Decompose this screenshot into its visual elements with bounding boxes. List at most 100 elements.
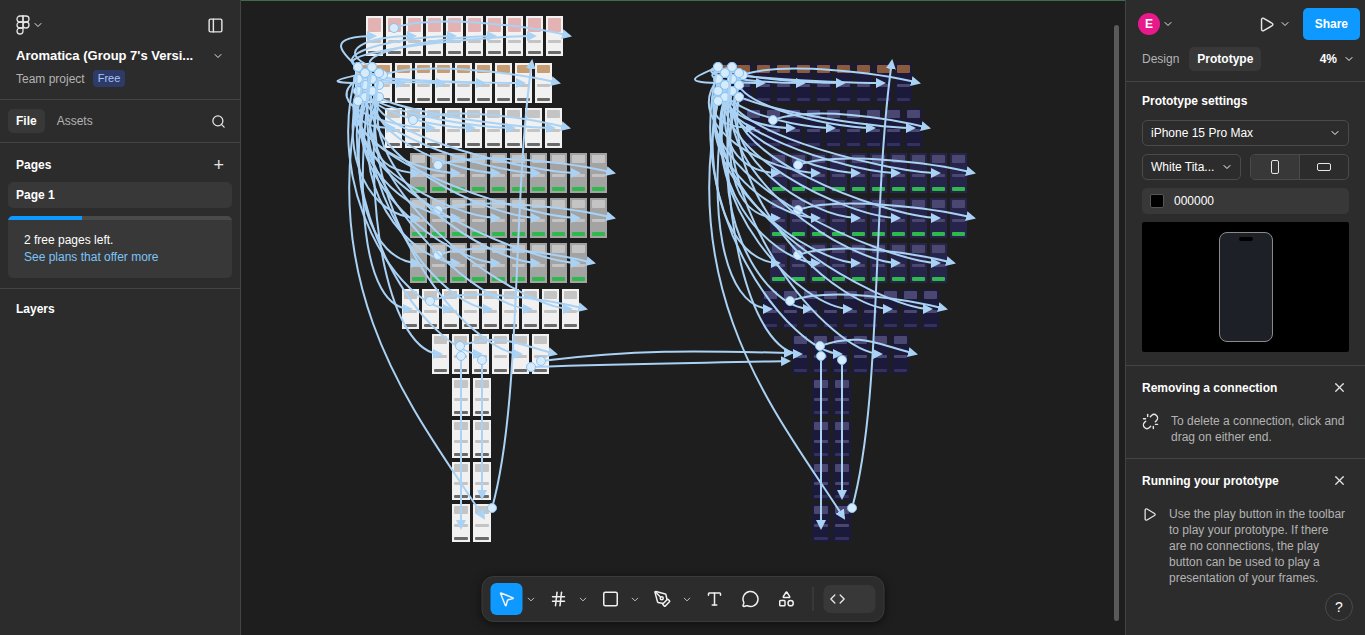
- connection-arrow[interactable]: [720, 93, 931, 310]
- screen-frame[interactable]: [422, 289, 439, 329]
- connection-arrow[interactable]: [353, 87, 579, 219]
- screen-frame[interactable]: [812, 462, 830, 500]
- screen-frame[interactable]: [885, 108, 902, 148]
- screen-frame[interactable]: [410, 243, 427, 283]
- screen-frame[interactable]: [455, 63, 472, 103]
- connection-arrow[interactable]: [734, 81, 859, 219]
- screen-frame[interactable]: [550, 243, 567, 283]
- connection-arrow[interactable]: [794, 249, 955, 263]
- background-color[interactable]: 000000: [1142, 188, 1349, 214]
- screen-frame[interactable]: [892, 334, 909, 374]
- tool-button[interactable]: [771, 583, 803, 615]
- screen-frame[interactable]: [775, 63, 792, 103]
- screen-frame[interactable]: [415, 63, 432, 103]
- connection-arrow[interactable]: [354, 87, 500, 219]
- connection-arrow[interactable]: [352, 36, 455, 72]
- connection-arrow[interactable]: [368, 36, 496, 72]
- screen-frame[interactable]: [466, 16, 483, 56]
- screen-frame[interactable]: [770, 153, 787, 193]
- screen-frame[interactable]: [882, 289, 899, 329]
- chevron-down-icon[interactable]: [525, 594, 536, 605]
- screen-frame[interactable]: [445, 108, 462, 148]
- screen-frame[interactable]: [812, 334, 829, 374]
- screen-frame[interactable]: [452, 334, 469, 374]
- connection-arrow[interactable]: [434, 249, 595, 263]
- chevron-down-icon[interactable]: [212, 50, 224, 62]
- screen-frame[interactable]: [902, 289, 919, 329]
- screen-frame[interactable]: [832, 334, 849, 374]
- connection-arrow[interactable]: [434, 159, 615, 173]
- comment-icon[interactable]: [742, 590, 760, 608]
- connection-arrow[interactable]: [338, 69, 370, 84]
- screen-frame[interactable]: [482, 289, 499, 329]
- screen-frame[interactable]: [850, 153, 867, 193]
- screen-frame[interactable]: [790, 198, 807, 238]
- screen-frame[interactable]: [830, 153, 847, 193]
- screen-frame[interactable]: [512, 334, 529, 374]
- tool-button[interactable]: [491, 583, 523, 615]
- color-value[interactable]: 000000: [1174, 194, 1214, 208]
- screen-frame[interactable]: [872, 334, 889, 374]
- screen-frame[interactable]: [452, 462, 470, 500]
- screen-frame[interactable]: [386, 16, 403, 56]
- screen-frame[interactable]: [830, 198, 847, 238]
- screen-frame[interactable]: [590, 198, 607, 238]
- screen-frame[interactable]: [922, 289, 939, 329]
- screen-frame[interactable]: [470, 243, 487, 283]
- connection-arrow[interactable]: [352, 36, 535, 72]
- screen-frame[interactable]: [545, 108, 562, 148]
- connection-arrow[interactable]: [537, 351, 793, 365]
- screen-frame[interactable]: [810, 243, 827, 283]
- screen-frame[interactable]: [495, 63, 512, 103]
- landscape-icon[interactable]: [1317, 163, 1331, 171]
- tool-menu-button[interactable]: [679, 583, 695, 615]
- help-button[interactable]: ?: [1325, 593, 1353, 621]
- screen-frame[interactable]: [715, 63, 732, 103]
- connection-arrow[interactable]: [714, 75, 900, 174]
- screen-frame[interactable]: [755, 63, 772, 103]
- canvas[interactable]: [241, 0, 1125, 635]
- screen-frame[interactable]: [530, 243, 547, 283]
- tool-menu-button[interactable]: [627, 583, 643, 615]
- screen-frame[interactable]: [426, 16, 443, 56]
- connection-arrow[interactable]: [357, 69, 481, 355]
- code-icon[interactable]: [830, 591, 846, 607]
- chevron-down-icon[interactable]: [681, 594, 692, 605]
- present-button[interactable]: [1256, 14, 1277, 35]
- screen-frame[interactable]: [890, 198, 907, 238]
- connection-arrow[interactable]: [359, 93, 419, 264]
- connection-arrow[interactable]: [375, 93, 540, 264]
- connection-arrow[interactable]: [361, 93, 500, 264]
- sidebar-tab[interactable]: Assets: [49, 109, 101, 133]
- screen-frame[interactable]: [510, 153, 527, 193]
- connection-arrow[interactable]: [735, 69, 875, 129]
- screen-frame[interactable]: [375, 63, 392, 103]
- screen-frame[interactable]: [450, 243, 467, 283]
- screen-frame[interactable]: [532, 334, 549, 374]
- connection-arrow[interactable]: [728, 87, 900, 264]
- screen-frame[interactable]: [550, 198, 567, 238]
- screen-frame[interactable]: [765, 108, 782, 148]
- connection-arrow[interactable]: [379, 69, 560, 83]
- connection-arrow[interactable]: [354, 75, 515, 129]
- connection-arrow[interactable]: [367, 63, 491, 310]
- screen-frame[interactable]: [506, 16, 523, 56]
- screen-frame[interactable]: [432, 334, 449, 374]
- screen-frame[interactable]: [910, 243, 927, 283]
- screen-frame[interactable]: [465, 108, 482, 148]
- screen-frame[interactable]: [410, 153, 427, 193]
- connection-arrow[interactable]: [817, 352, 826, 529]
- screen-frame[interactable]: [490, 153, 507, 193]
- frame-icon[interactable]: [550, 590, 568, 608]
- connection-arrow[interactable]: [739, 69, 920, 83]
- connection-arrow[interactable]: [363, 63, 411, 310]
- screen-frame[interactable]: [425, 108, 442, 148]
- screen-frame[interactable]: [490, 198, 507, 238]
- screen-frame[interactable]: [452, 504, 470, 542]
- connection-arrow[interactable]: [727, 93, 811, 310]
- screen-frame[interactable]: [830, 243, 847, 283]
- tool-menu-button[interactable]: [575, 583, 591, 615]
- screen-frame[interactable]: [515, 63, 532, 103]
- connection-arrow[interactable]: [527, 361, 790, 372]
- connection-arrow[interactable]: [478, 356, 487, 499]
